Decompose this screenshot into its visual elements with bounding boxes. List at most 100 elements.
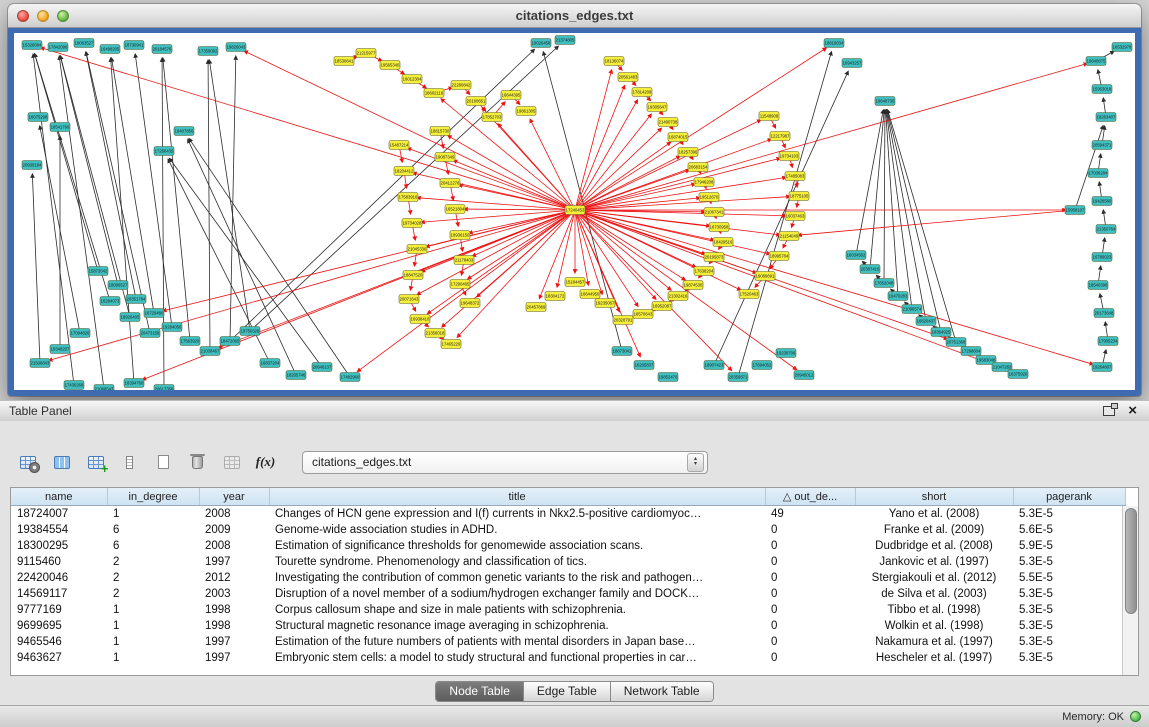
graph-edge[interactable] bbox=[856, 110, 883, 255]
graph-node[interactable]: 20173648 bbox=[1094, 309, 1114, 318]
graph-node[interactable]: 18570643 bbox=[633, 310, 653, 319]
graph-node[interactable]: 16498205 bbox=[100, 45, 120, 54]
graph-edge[interactable] bbox=[111, 58, 154, 313]
graph-node[interactable]: 19264807 bbox=[1092, 363, 1112, 372]
graph-node[interactable]: 21154049 bbox=[779, 232, 799, 241]
graph-node[interactable]: 18540396 bbox=[1088, 281, 1108, 290]
graph-node[interactable]: 16521804 bbox=[445, 205, 465, 214]
graph-node[interactable]: 17465229 bbox=[441, 340, 461, 349]
graph-node[interactable]: 18429516 bbox=[713, 238, 733, 247]
graph-node[interactable]: 19428560 bbox=[1092, 197, 1112, 206]
graph-node[interactable]: 18847520 bbox=[403, 271, 423, 280]
table-row[interactable]: 911546021997Tourette syndrome. Phenomeno… bbox=[11, 554, 1125, 570]
graph-node[interactable]: 19861305 bbox=[516, 107, 536, 116]
graph-node[interactable]: 12217987 bbox=[770, 132, 790, 141]
graph-node[interactable]: 18530641 bbox=[334, 57, 354, 66]
graph-edge[interactable] bbox=[417, 210, 575, 295]
graph-node[interactable]: 19089691 bbox=[755, 272, 775, 281]
graph-edge[interactable] bbox=[884, 110, 885, 283]
graph-node[interactable]: 19026458 bbox=[531, 39, 551, 48]
table-settings-button[interactable] bbox=[14, 449, 41, 475]
graph-edge[interactable] bbox=[86, 52, 136, 299]
map-table-button[interactable] bbox=[218, 449, 245, 475]
graph-node[interactable]: 17842096 bbox=[48, 43, 68, 52]
graph-node[interactable]: 20160651 bbox=[466, 97, 486, 106]
graph-node[interactable]: 16789023 bbox=[1092, 253, 1112, 262]
graph-node[interactable]: 18775105 bbox=[789, 192, 809, 201]
graph-node[interactable]: 16644395 bbox=[501, 91, 521, 100]
graph-node[interactable]: 20594371 bbox=[1092, 141, 1112, 150]
graph-node[interactable]: 19734103 bbox=[779, 152, 799, 161]
graph-edge[interactable] bbox=[208, 60, 210, 351]
graph-node[interactable]: 18995784 bbox=[769, 252, 789, 261]
graph-edge[interactable] bbox=[162, 58, 164, 389]
graph-node[interactable]: 18263407 bbox=[1096, 113, 1116, 122]
graph-edge[interactable] bbox=[477, 210, 575, 297]
graph-node[interactable]: 20457869 bbox=[526, 303, 546, 312]
graph-node[interactable]: 18205746 bbox=[286, 371, 306, 380]
table-row[interactable]: 1938455462009Genome-wide association stu… bbox=[11, 522, 1125, 538]
graph-node[interactable]: 16375920 bbox=[1008, 370, 1028, 379]
graph-node[interactable]: 18926405 bbox=[120, 313, 140, 322]
graph-node[interactable]: 19648372 bbox=[460, 299, 480, 308]
graph-edge[interactable] bbox=[32, 174, 40, 363]
column-header-title[interactable]: title bbox=[269, 488, 765, 506]
graph-node[interactable]: 18673041 bbox=[612, 347, 632, 356]
graph-node[interactable]: 21045336 bbox=[407, 245, 427, 254]
graph-edge[interactable] bbox=[468, 210, 575, 279]
graph-node[interactable]: 17430268 bbox=[64, 381, 84, 390]
graph-edge[interactable] bbox=[457, 210, 575, 337]
graph-node[interactable]: 19750328 bbox=[240, 327, 260, 336]
graph-node[interactable]: 17290465 bbox=[450, 280, 470, 289]
column-header-pagerank[interactable]: pagerank bbox=[1013, 488, 1125, 506]
graph-node[interactable]: 15326084 bbox=[22, 41, 42, 50]
graph-node[interactable]: 21215977 bbox=[356, 49, 376, 58]
network-canvas[interactable]: 1724045318530641212159771956534016012304… bbox=[14, 33, 1135, 390]
graph-node[interactable]: 21068543 bbox=[94, 385, 114, 391]
graph-node[interactable]: 21374805 bbox=[555, 36, 575, 45]
tab-node-table[interactable]: Node Table bbox=[436, 682, 524, 701]
graph-node[interactable]: 18304172 bbox=[545, 292, 565, 301]
graph-node[interactable]: 18136074 bbox=[604, 57, 624, 66]
graph-edge[interactable] bbox=[870, 110, 884, 269]
graph-node[interactable]: 17852703 bbox=[482, 113, 502, 122]
graph-node[interactable]: 19407856 bbox=[174, 127, 194, 136]
table-row[interactable]: 946362711997Embryonic stem cells: a mode… bbox=[11, 650, 1125, 666]
column-header-year[interactable]: year bbox=[199, 488, 269, 506]
graph-node[interactable]: 19648730 bbox=[875, 97, 895, 106]
graph-node[interactable]: 19826043 bbox=[226, 43, 246, 52]
graph-edge[interactable] bbox=[464, 209, 575, 210]
graph-node[interactable]: 20184576 bbox=[152, 45, 172, 54]
graph-node[interactable]: 19874530 bbox=[683, 281, 703, 290]
graph-node[interactable]: 17094826 bbox=[70, 329, 90, 338]
graph-edge[interactable] bbox=[163, 58, 190, 341]
graph-node[interactable]: 19512670 bbox=[699, 193, 719, 202]
table-row[interactable]: 1830029562008Estimation of significance … bbox=[11, 538, 1125, 554]
graph-node[interactable]: 20561483 bbox=[618, 73, 638, 82]
graph-edge[interactable] bbox=[714, 71, 848, 365]
graph-edge[interactable] bbox=[575, 70, 612, 210]
graph-node[interactable]: 16644950 bbox=[580, 290, 600, 299]
graph-node[interactable]: 21038467 bbox=[200, 347, 220, 356]
graph-node[interactable]: 17694052 bbox=[752, 361, 772, 370]
table-row[interactable]: 1456911722003Disruption of a novel membe… bbox=[11, 586, 1125, 602]
graph-edge[interactable] bbox=[448, 136, 575, 210]
graph-node[interactable]: 18541760 bbox=[50, 123, 70, 132]
graph-edge[interactable] bbox=[575, 210, 780, 235]
graph-node[interactable]: 17240453 bbox=[565, 206, 585, 215]
graph-node[interactable]: 20356871 bbox=[728, 373, 748, 382]
graph-node[interactable]: 19852470 bbox=[658, 373, 678, 382]
column-header-name[interactable]: name bbox=[11, 488, 107, 506]
graph-node[interactable]: 16820437 bbox=[916, 317, 936, 326]
graph-node[interactable]: 11548908 bbox=[759, 112, 779, 121]
graph-node[interactable]: 21490738 bbox=[658, 118, 678, 127]
graph-node[interactable]: 19284056 bbox=[162, 323, 182, 332]
graph-node[interactable]: 19235067 bbox=[595, 299, 615, 308]
graph-node[interactable]: 19305647 bbox=[647, 103, 667, 112]
graph-edge[interactable] bbox=[575, 210, 741, 290]
graph-node[interactable]: 21302416 bbox=[668, 292, 688, 301]
graph-node[interactable]: 21178403 bbox=[454, 256, 474, 265]
graph-node[interactable]: 20930184 bbox=[22, 161, 42, 170]
graph-node[interactable]: 22280842 bbox=[451, 81, 471, 90]
graph-edge[interactable] bbox=[41, 48, 575, 210]
